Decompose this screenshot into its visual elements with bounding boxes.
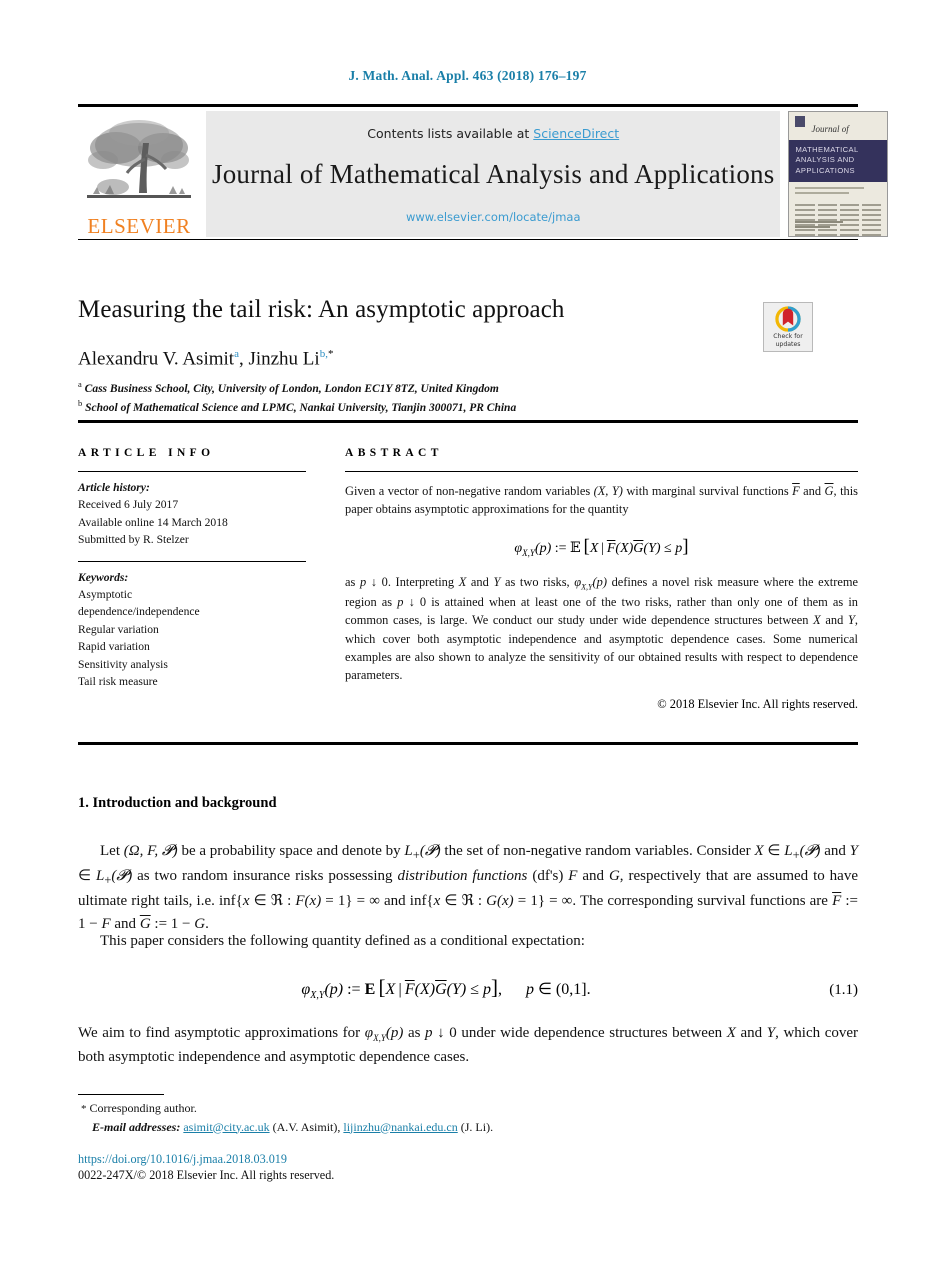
keywords-label: Keywords: xyxy=(78,570,129,584)
keyword-item: dependence/independence xyxy=(78,605,200,619)
keyword-item: Sensitivity analysis xyxy=(78,657,168,671)
affiliation-b: b School of Mathematical Science and LPM… xyxy=(78,397,778,416)
doi-link[interactable]: https://doi.org/10.1016/j.jmaa.2018.03.0… xyxy=(78,1152,287,1167)
abstract-column: ABSTRACT Given a vector of non-negative … xyxy=(345,447,858,712)
crossmark-icon xyxy=(775,306,801,332)
journal-title: Journal of Mathematical Analysis and App… xyxy=(212,159,775,189)
journal-url-link[interactable]: www.elsevier.com/locate/jmaa xyxy=(406,210,581,224)
paper-page: J. Math. Anal. Appl. 463 (2018) 176–197 xyxy=(0,0,935,1266)
footnote-rule xyxy=(78,1094,164,1095)
author-name-2: Jinzhu Li xyxy=(248,348,320,370)
intro-paragraph-2: This paper considers the following quant… xyxy=(100,933,585,949)
contents-lists-prefix: Contents lists available at xyxy=(367,126,534,141)
intro-paragraph-3: We aim to find asymptotic approximations… xyxy=(78,1025,859,1065)
email-1-owner: (A.V. Asimit), xyxy=(272,1119,341,1134)
elsevier-tree-icon xyxy=(83,115,195,215)
contents-lists-line: Contents lists available at ScienceDirec… xyxy=(367,126,619,141)
affiliation-a-text: Cass Business School, City, University o… xyxy=(84,382,499,395)
article-info-heading: ARTICLE INFO xyxy=(78,447,215,459)
issn-copyright-line: 0022-247X/© 2018 Elsevier Inc. All right… xyxy=(78,1168,335,1182)
article-info-divider-2 xyxy=(78,560,306,562)
keyword-item: Asymptotic xyxy=(78,587,133,601)
masthead-bottom-rule xyxy=(78,239,858,240)
email-addresses-label: E-mail addresses: xyxy=(92,1119,181,1134)
keyword-item: Rapid variation xyxy=(78,640,150,654)
elsevier-wordmark: ELSEVIER xyxy=(87,214,191,238)
email-link-asimit[interactable]: asimit@city.ac.uk xyxy=(183,1120,269,1134)
abstract-heading: ABSTRACT xyxy=(345,447,443,459)
footnote-block: * Corresponding author. E-mail addresses… xyxy=(78,1099,858,1136)
email-addresses-note: E-mail addresses: asimit@city.ac.uk (A.V… xyxy=(78,1118,858,1136)
info-top-rule xyxy=(78,420,858,423)
abstract-copyright: © 2018 Elsevier Inc. All rights reserved… xyxy=(657,696,858,711)
check-for-updates-label: Check for updates xyxy=(773,333,803,349)
email-2-owner: (J. Li). xyxy=(460,1119,494,1134)
crossmark-line-2: updates xyxy=(775,340,801,348)
affiliations: a Cass Business School, City, University… xyxy=(78,378,778,416)
author-list: Alexandru V. Asimita, Jinzhu Lib,* xyxy=(78,348,758,370)
email-link-li[interactable]: lijinzhu@nankai.edu.cn xyxy=(343,1120,457,1134)
journal-banner: Contents lists available at ScienceDirec… xyxy=(206,111,781,237)
section-heading-introduction: 1. Introduction and background xyxy=(78,795,277,811)
equation-1-1-number: (1.1) xyxy=(829,982,858,998)
cover-content-columns xyxy=(789,202,887,236)
abstract-paragraph-1: Given a vector of non-negative random va… xyxy=(345,484,858,517)
cover-title-line-2: ANALYSIS AND xyxy=(795,155,855,165)
article-info-column: ARTICLE INFO Article history: Received 6… xyxy=(78,447,306,690)
affiliation-a-mark: a xyxy=(78,379,82,389)
corresponding-author-note: * Corresponding author. xyxy=(78,1099,858,1118)
article-info-divider-1 xyxy=(78,471,306,472)
cover-elsevier-mark-icon xyxy=(795,116,806,127)
cover-title-line-3: APPLICATIONS xyxy=(795,165,855,175)
elsevier-logo: ELSEVIER xyxy=(78,111,200,237)
sciencedirect-link[interactable]: ScienceDirect xyxy=(533,126,619,141)
footnote-star-marker: * xyxy=(81,1103,87,1115)
author-2-affiliation-mark: b, xyxy=(319,348,328,360)
corresponding-author-text: Corresponding author. xyxy=(89,1101,197,1115)
abstract-divider xyxy=(345,471,858,472)
cover-title-line-1: MATHEMATICAL xyxy=(795,145,859,154)
page-title: Measuring the tail risk: An asymptotic a… xyxy=(78,296,565,323)
cover-journal-of-label: Journal of xyxy=(811,124,849,134)
article-history-label: Article history: xyxy=(78,481,150,494)
corresponding-author-marker: * xyxy=(327,348,334,360)
running-head: J. Math. Anal. Appl. 463 (2018) 176–197 xyxy=(348,68,587,83)
keyword-item: Tail risk measure xyxy=(78,674,158,688)
abstract-paragraph-2: as p ↓ 0. Interpreting X and Y as two ri… xyxy=(345,574,859,683)
article-history-item: Received 6 July 2017 xyxy=(78,498,179,512)
affiliation-b-mark: b xyxy=(78,398,83,409)
cover-footer-lines xyxy=(795,221,881,231)
article-history-item: Available online 14 March 2018 xyxy=(78,515,228,529)
equation-1-1-row: φX,Y(p) := E [X | F(X)G(Y) ≤ p], p ∈ (0,… xyxy=(78,975,858,1001)
journal-masthead: ELSEVIER Contents lists available at Sci… xyxy=(78,104,889,240)
equation-1-1: φX,Y(p) := E [X | F(X)G(Y) ≤ p], p ∈ (0,… xyxy=(301,975,591,1002)
check-for-updates-badge[interactable]: Check for updates xyxy=(763,302,813,352)
cover-title-band: MATHEMATICAL ANALYSIS AND APPLICATIONS xyxy=(789,140,888,182)
info-bottom-rule xyxy=(78,742,858,745)
cover-editor-lines xyxy=(789,182,887,202)
affiliation-a: a Cass Business School, City, University… xyxy=(78,378,778,397)
article-history-block: Article history: Received 6 July 2017 Av… xyxy=(78,479,306,549)
abstract-equation: φX,Y(p) := 𝔼 [X | F(X)G(Y) ≤ p] xyxy=(514,535,689,558)
keyword-item: Regular variation xyxy=(78,622,159,636)
intro-paragraph-1: Let (Ω, F, 𝓟) be a probability space and… xyxy=(78,843,858,932)
crossmark-line-1: Check for xyxy=(773,333,803,340)
affiliation-b-text: School of Mathematical Science and LPMC,… xyxy=(85,401,517,414)
author-name-1: Alexandru V. Asimit xyxy=(78,348,235,370)
keywords-block: Keywords: Asymptotic dependence/independ… xyxy=(78,569,306,691)
journal-cover-thumbnail: Journal of MATHEMATICAL ANALYSIS AND APP… xyxy=(788,111,889,237)
article-history-item: Submitted by R. Stelzer xyxy=(78,533,189,547)
